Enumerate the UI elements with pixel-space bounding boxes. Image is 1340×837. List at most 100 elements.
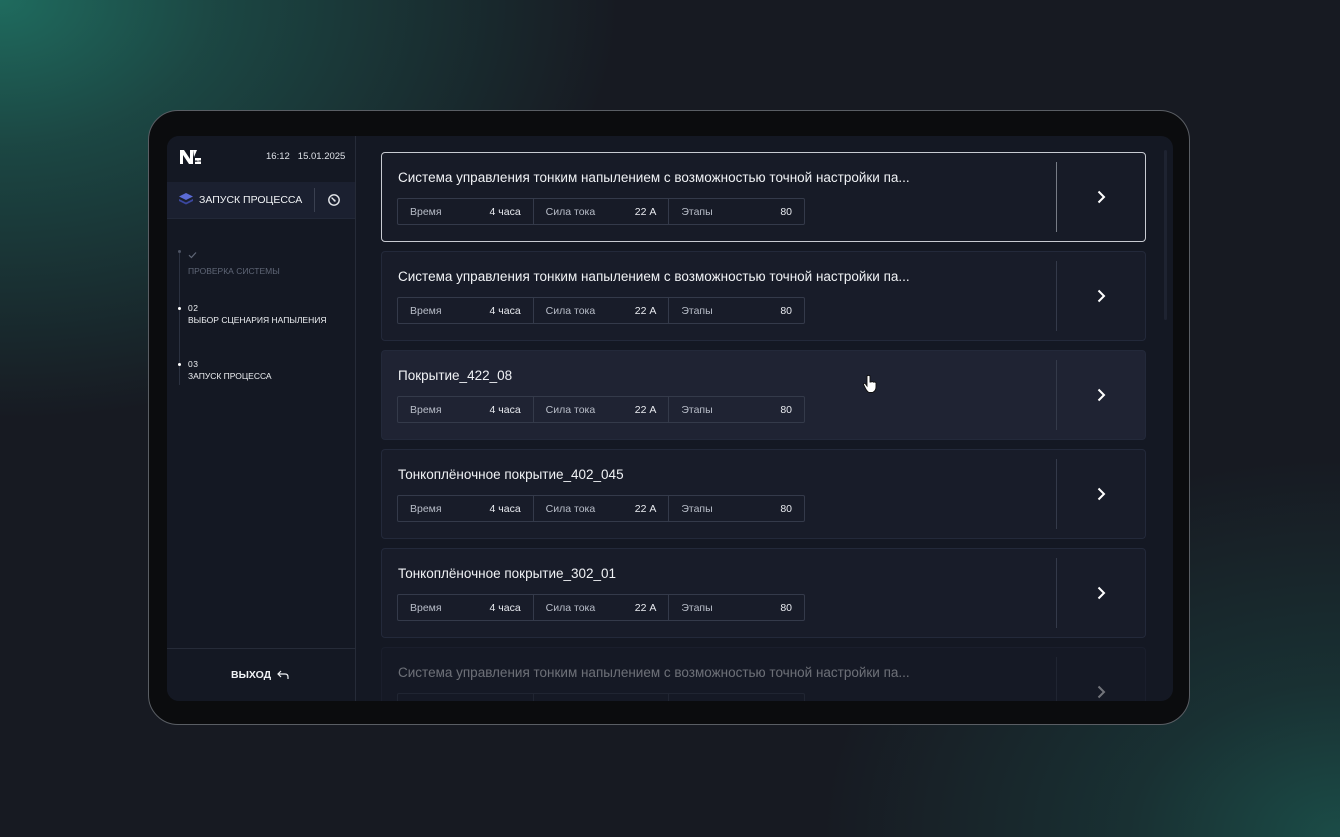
stat-label: Сила тока xyxy=(545,403,596,416)
scenario-stats: Время 4 часа Сила тока 22 А Этапы 80 xyxy=(397,693,805,701)
stat-label: Сила тока xyxy=(545,304,596,317)
stat-value: 80 xyxy=(780,403,793,416)
stat-label: Сила тока xyxy=(546,701,596,702)
chevron-right-icon[interactable] xyxy=(1093,486,1109,502)
check-icon xyxy=(188,252,197,259)
stat-current: Сила тока 22 А xyxy=(534,397,670,422)
stat-stages: Этапы 80 xyxy=(669,298,804,323)
stat-stages: Этапы 80 xyxy=(669,397,804,422)
stat-time: Время 4 часа xyxy=(398,199,534,224)
stat-current: Сила тока 22 А xyxy=(534,199,670,224)
back-arrow-icon xyxy=(277,670,289,679)
scenario-stats: Время 4 часа Сила тока 22 А Этапы 80 xyxy=(397,198,805,225)
stat-label: Этапы xyxy=(681,502,713,515)
scenario-card[interactable]: Система управления тонким напылением с в… xyxy=(381,647,1146,701)
stat-current: Сила тока 22 А xyxy=(534,496,670,521)
divider xyxy=(1056,558,1057,628)
time-text: 16:12 xyxy=(266,151,290,162)
stat-value: 4 часа xyxy=(489,304,521,317)
scenario-stats: Время 4 часа Сила тока 22 А Этапы 80 xyxy=(397,396,805,423)
stat-value: 80 xyxy=(780,701,792,702)
stat-current: Сила тока 22 А xyxy=(534,595,670,620)
stat-time: Время 4 часа xyxy=(398,298,534,323)
divider xyxy=(1056,261,1057,331)
exit-label: ВЫХОД xyxy=(231,669,272,681)
scenario-title: Покрытие_422_08 xyxy=(398,368,513,383)
stat-stages: Этапы 80 xyxy=(669,595,804,620)
exit-bar: ВЫХОД xyxy=(167,648,355,701)
stat-value: 80 xyxy=(780,205,793,218)
process-title: ЗАПУСК ПРОЦЕССА xyxy=(199,194,303,206)
stat-stages: Этапы 80 xyxy=(669,496,804,521)
scenario-stats: Время 4 часа Сила тока 22 А Этапы 80 xyxy=(397,297,805,324)
process-header: ЗАПУСК ПРОЦЕССА xyxy=(167,182,355,219)
stat-value: 80 xyxy=(780,601,793,614)
scenario-stats: Время 4 часа Сила тока 22 А Этапы 80 xyxy=(397,594,805,621)
stat-label: Время xyxy=(410,304,442,317)
scenario-card[interactable]: Покрытие_422_08 Время 4 часа Сила тока 22 А Э… xyxy=(381,350,1146,440)
logo-icon xyxy=(180,150,201,164)
step-number: 02 xyxy=(188,303,199,313)
stat-label: Время xyxy=(410,403,442,416)
stat-current: Сила тока 22 А xyxy=(534,298,670,323)
stat-value: 22 А xyxy=(635,701,657,702)
step-label: ВЫБОР СЦЕНАРИЯ НАПЫЛЕНИЯ xyxy=(188,315,327,325)
stat-label: Этапы xyxy=(681,304,713,317)
stat-label: Время xyxy=(410,701,442,702)
stat-value: 80 xyxy=(780,502,793,515)
stat-label: Этапы xyxy=(681,205,713,218)
tablet-frame: 16:12 15.01.2025 ЗАПУСК ПРОЦЕССА ПРОВЕРК… xyxy=(148,110,1190,725)
stat-label: Время xyxy=(410,601,442,614)
stat-value: 22 А xyxy=(634,601,657,614)
stat-label: Сила тока xyxy=(545,601,596,614)
stat-current: Сила тока 22 А xyxy=(534,694,670,701)
stat-time: Время 4 часа xyxy=(398,397,534,422)
stat-value: 22 А xyxy=(634,403,657,416)
stat-label: Время xyxy=(410,502,442,515)
stat-stages: Этапы 80 xyxy=(669,199,804,224)
divider xyxy=(314,188,315,212)
scenario-card[interactable]: Система управления тонким напылением с в… xyxy=(381,152,1146,242)
stat-label: Время xyxy=(410,205,442,218)
chevron-right-icon[interactable] xyxy=(1093,387,1109,403)
stat-value: 22 А xyxy=(634,304,657,317)
step-dot xyxy=(178,250,181,253)
scenario-card[interactable]: Тонкоплёночное покрытие_402_045 Время 4 ча… xyxy=(381,449,1146,539)
step-system-check: ПРОВЕРКА СИСТЕМЫ xyxy=(178,246,280,276)
exit-button[interactable]: ВЫХОД xyxy=(231,669,289,681)
sidebar: 16:12 15.01.2025 ЗАПУСК ПРОЦЕССА ПРОВЕРК… xyxy=(167,136,356,701)
stat-value: 4 часа xyxy=(489,601,521,614)
stat-stages: Этапы 80 xyxy=(669,694,804,702)
scenario-card[interactable]: Система управления тонким напылением с в… xyxy=(381,251,1146,341)
chevron-right-icon[interactable] xyxy=(1093,288,1109,304)
scenario-title: Тонкоплёночное покрытие_302_01 xyxy=(398,566,617,581)
stat-time: Время 4 часа xyxy=(398,694,534,701)
stat-label: Сила тока xyxy=(545,205,596,218)
step-process-launch: 03 ЗАПУСК ПРОЦЕССА xyxy=(178,359,272,381)
step-dot xyxy=(178,307,181,310)
scenario-card[interactable]: Тонкоплёночное покрытие_302_01 Время 4 час… xyxy=(381,548,1146,638)
scenario-list: Система управления тонким напылением с в… xyxy=(381,152,1146,701)
stat-label: Этапы xyxy=(681,403,713,416)
stat-value: 4 часа xyxy=(489,205,521,218)
chevron-right-icon[interactable] xyxy=(1093,684,1109,700)
date-text: 15.01.2025 xyxy=(297,151,346,162)
clock: 16:12 15.01.2025 xyxy=(266,151,345,162)
layers-icon xyxy=(179,193,193,205)
step-dot xyxy=(178,363,181,366)
stat-value: 4 часа xyxy=(489,502,521,515)
divider xyxy=(1056,459,1057,529)
divider xyxy=(1056,657,1057,701)
stat-label: Этапы xyxy=(681,701,712,702)
step-number: 03 xyxy=(188,359,199,369)
app-screen: 16:12 15.01.2025 ЗАПУСК ПРОЦЕССА ПРОВЕРК… xyxy=(167,136,1173,701)
stat-label: Сила тока xyxy=(545,502,596,515)
chevron-right-icon[interactable] xyxy=(1093,189,1109,205)
scrollbar[interactable] xyxy=(1164,150,1167,320)
stat-label: Этапы xyxy=(681,601,713,614)
gauge-icon[interactable] xyxy=(327,193,341,207)
stat-value: 80 xyxy=(780,304,793,317)
chevron-right-icon[interactable] xyxy=(1093,585,1109,601)
divider xyxy=(1056,162,1057,232)
stat-time: Время 4 часа xyxy=(398,595,534,620)
